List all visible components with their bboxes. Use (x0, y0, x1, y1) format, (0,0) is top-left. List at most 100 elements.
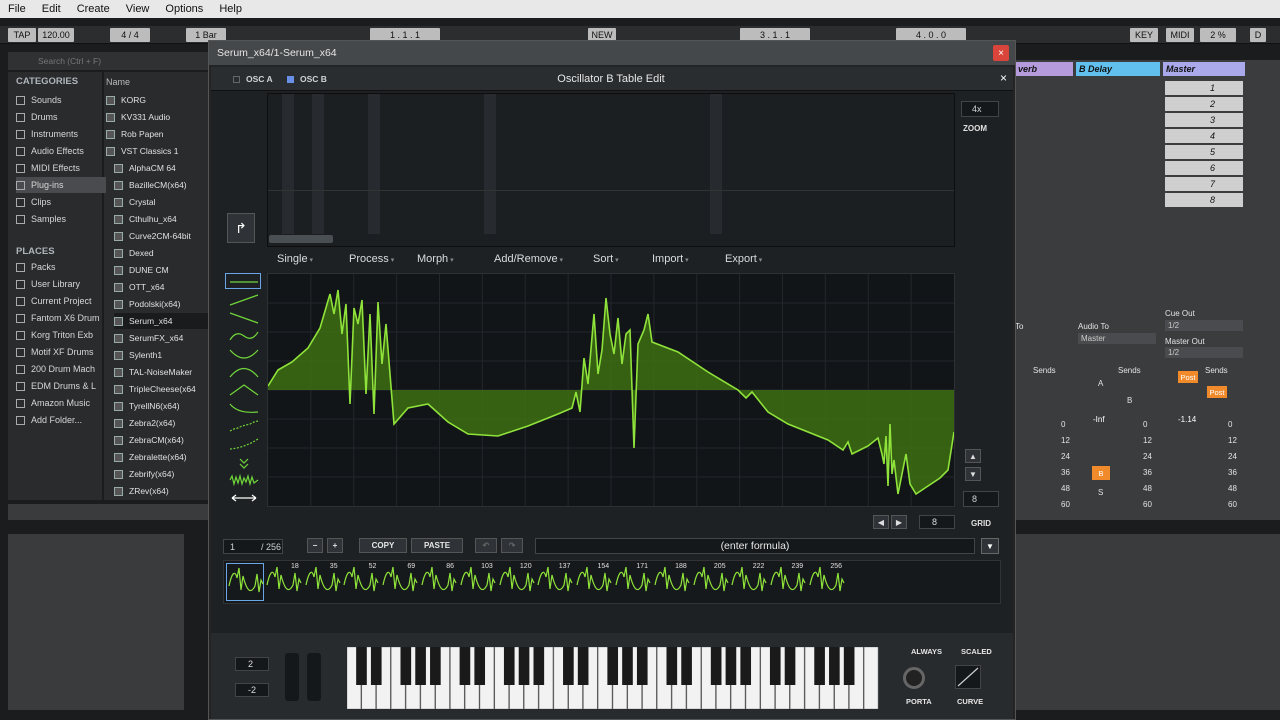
category-item[interactable]: Sounds (16, 92, 106, 108)
place-item[interactable]: Motif XF Drums (16, 344, 106, 360)
piano-keyboard[interactable] (347, 647, 879, 709)
copy-button[interactable]: COPY (359, 538, 407, 553)
wavetable-frame[interactable]: 239 (769, 563, 807, 601)
wavetable-frame[interactable]: 256 (808, 563, 846, 601)
wavetable-frame[interactable]: 52 (342, 563, 380, 601)
porta-knob[interactable] (903, 667, 925, 689)
place-item[interactable]: Amazon Music (16, 395, 106, 411)
browser-item[interactable]: Zebrify(x64) (114, 466, 210, 482)
browser-item[interactable]: Crystal (114, 194, 210, 210)
menu-help[interactable]: Help (211, 3, 250, 15)
master-scene-button[interactable]: 5 (1165, 145, 1243, 159)
black-key[interactable] (622, 647, 633, 685)
black-key[interactable] (681, 647, 692, 685)
browser-item[interactable]: Zebralette(x64) (114, 449, 210, 465)
black-key[interactable] (666, 647, 678, 685)
browser-item[interactable]: Serum_x64 (114, 313, 210, 329)
hill-curve-icon[interactable] (225, 363, 261, 379)
category-item[interactable]: Instruments (16, 126, 106, 142)
wavetable-frame[interactable] (226, 563, 264, 601)
audio-to-select[interactable]: Master (1078, 333, 1156, 344)
master-volume[interactable]: -1.14 (1178, 415, 1196, 424)
menu-file[interactable]: File (0, 3, 34, 15)
master-scene-button[interactable]: 4 (1165, 129, 1243, 143)
menu-export[interactable]: Export (725, 253, 762, 265)
wavetable-frame[interactable]: 137 (536, 563, 574, 601)
category-item[interactable]: Audio Effects (16, 143, 106, 159)
frame-strip[interactable]: 18 35 52 69 86 103 120 137 154 171 188 205 222 239 256 (223, 560, 1001, 604)
black-key[interactable] (784, 647, 796, 685)
overview-scrollbar[interactable] (269, 235, 333, 243)
wavetable-frame[interactable]: 222 (730, 563, 768, 601)
redirect-arrow-icon[interactable]: ↱ (227, 213, 255, 243)
browser-item[interactable]: Zebra2(x64) (114, 415, 210, 431)
category-item[interactable]: MIDI Effects (16, 160, 106, 176)
browser-item[interactable]: KORG (106, 92, 202, 108)
black-key[interactable] (356, 647, 367, 685)
master-header[interactable]: Master (1163, 62, 1245, 76)
master-out-select[interactable]: 1/2 (1165, 347, 1243, 358)
menu-add-remove[interactable]: Add/Remove (494, 253, 563, 265)
triangle-icon[interactable] (225, 381, 261, 397)
curve-display[interactable] (955, 665, 981, 689)
black-key[interactable] (370, 647, 382, 685)
grid-select-2[interactable]: 8 (919, 515, 955, 529)
black-key[interactable] (400, 647, 412, 685)
black-key[interactable] (710, 647, 722, 685)
menu-morph[interactable]: Morph (417, 253, 454, 265)
browser-item[interactable]: SerumFX_x64 (114, 330, 210, 346)
black-key[interactable] (829, 647, 840, 685)
browser-search[interactable]: Search (Ctrl + F) (8, 52, 208, 70)
black-key[interactable] (740, 647, 752, 685)
step-ramp-icon[interactable] (225, 417, 261, 433)
place-item[interactable]: Current Project (16, 293, 106, 309)
chevron-up-icon[interactable]: ▲ (965, 449, 981, 463)
browser-item[interactable]: ZRev(x64) (114, 483, 210, 499)
browser-item[interactable]: TAL-NoiseMaker (114, 364, 210, 380)
wavetable-overview[interactable] (267, 93, 955, 247)
name-column-header[interactable]: Name (106, 77, 130, 87)
stretch-arrows-icon[interactable] (225, 489, 261, 505)
zoom-select[interactable]: 4x (961, 101, 999, 117)
browser-item[interactable]: ZebraCM(x64) (114, 432, 210, 448)
waveform-editor[interactable] (267, 273, 955, 507)
noise-icon[interactable] (225, 471, 261, 487)
chevron-icon[interactable] (225, 453, 261, 469)
master-scene-button[interactable]: 2 (1165, 97, 1243, 111)
place-item[interactable]: Fantom X6 Drum (16, 310, 106, 326)
master-scene-button[interactable]: 7 (1165, 177, 1243, 191)
ramp-up-icon[interactable] (225, 291, 261, 307)
wavetable-frame[interactable]: 86 (420, 563, 458, 601)
black-key[interactable] (636, 647, 648, 685)
black-key[interactable] (563, 647, 574, 685)
browser-item[interactable]: KV331 Audio (106, 109, 202, 125)
wavetable-frame[interactable]: 205 (692, 563, 730, 601)
chevron-down-icon[interactable]: ▼ (965, 467, 981, 481)
minus-button[interactable]: − (307, 538, 323, 553)
pitch-wheel[interactable] (285, 653, 299, 701)
osc-a-toggle[interactable] (233, 75, 240, 83)
black-key[interactable] (474, 647, 486, 685)
wavetable-frame[interactable]: 103 (459, 563, 497, 601)
tempo-field[interactable]: 120.00 (38, 28, 74, 42)
wavetable-frame[interactable]: 188 (653, 563, 691, 601)
browser-item[interactable]: VST Classics 1 (106, 143, 202, 159)
browser-item[interactable]: AlphaCM 64 (114, 160, 210, 176)
black-key[interactable] (430, 647, 441, 685)
master-scene-button[interactable]: 6 (1165, 161, 1243, 175)
return-volume-inf[interactable]: -Inf (1093, 415, 1105, 424)
chevron-left-icon[interactable]: ◀ (873, 515, 889, 529)
octave-down-field[interactable]: -2 (235, 683, 269, 697)
category-item[interactable]: Clips (16, 194, 106, 210)
chevron-right-icon[interactable]: ▶ (891, 515, 907, 529)
browser-preview-bar[interactable] (8, 504, 208, 520)
cue-out-select[interactable]: 1/2 (1165, 320, 1243, 331)
browser-item[interactable]: OTT_x64 (114, 279, 210, 295)
browser-item[interactable]: Cthulhu_x64 (114, 211, 210, 227)
menu-create[interactable]: Create (69, 3, 118, 15)
category-item[interactable]: Plug-ins (16, 177, 106, 193)
browser-item[interactable]: Sylenth1 (114, 347, 210, 363)
menu-edit[interactable]: Edit (34, 3, 69, 15)
menu-view[interactable]: View (118, 3, 158, 15)
flat-line-icon[interactable] (225, 273, 261, 289)
